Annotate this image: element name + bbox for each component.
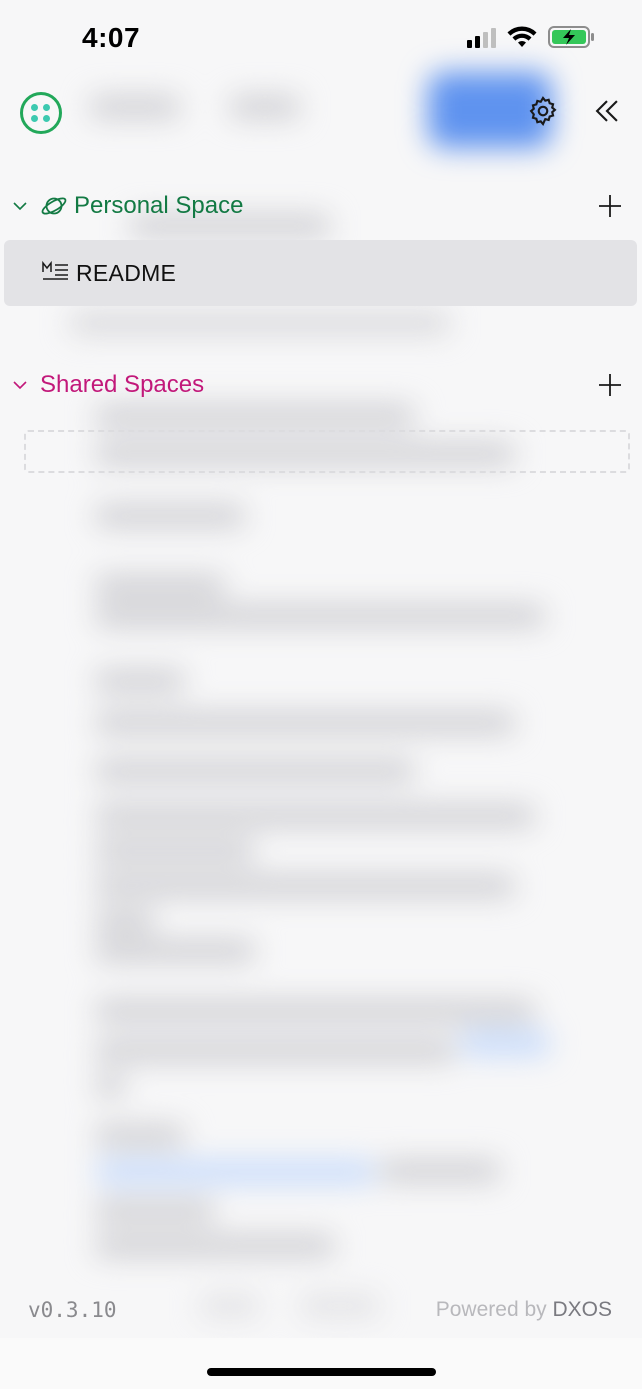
home-indicator[interactable]: [207, 1368, 436, 1376]
cellular-signal-icon: [467, 26, 496, 48]
personal-space-header[interactable]: Personal Space: [0, 180, 642, 232]
status-time: 4:07: [82, 22, 141, 53]
powered-by-brand: DXOS: [552, 1298, 612, 1321]
personal-space-title: Personal Space: [74, 192, 244, 219]
settings-button[interactable]: [526, 94, 560, 128]
plus-icon[interactable]: [597, 372, 623, 398]
battery-charging-icon: [548, 26, 594, 48]
planet-icon: [41, 197, 67, 215]
sidebar-footer: v0.3.10 Powered by DXOS: [0, 1280, 642, 1340]
version-label: v0.3.10: [28, 1298, 117, 1322]
markdown-icon: [42, 260, 68, 280]
document-item-label: README: [76, 260, 177, 286]
double-chevron-left-icon: [595, 100, 618, 122]
home-bar-area: [0, 1338, 642, 1389]
powered-by-prefix: Powered by: [435, 1298, 547, 1321]
wifi-icon: [507, 26, 537, 47]
chevron-down-icon[interactable]: [10, 375, 30, 395]
shared-spaces-title: Shared Spaces: [40, 371, 205, 398]
status-bar: 4:07: [0, 0, 642, 72]
gear-icon: [529, 96, 557, 127]
collapse-sidebar-button[interactable]: [590, 94, 624, 128]
document-item-readme[interactable]: README: [4, 240, 637, 306]
chevron-down-icon[interactable]: [10, 196, 30, 216]
shared-spaces-drop-zone[interactable]: [24, 430, 630, 473]
powered-by-link[interactable]: Powered by DXOS: [436, 1298, 612, 1322]
sidebar: 4:07 Personal Space README Shared Spaces…: [0, 0, 642, 1389]
dxos-logo-icon[interactable]: [20, 92, 62, 134]
plus-icon[interactable]: [597, 193, 623, 219]
shared-spaces-header[interactable]: Shared Spaces: [0, 359, 642, 411]
sidebar-header: [0, 80, 642, 144]
status-icons: [467, 25, 596, 49]
